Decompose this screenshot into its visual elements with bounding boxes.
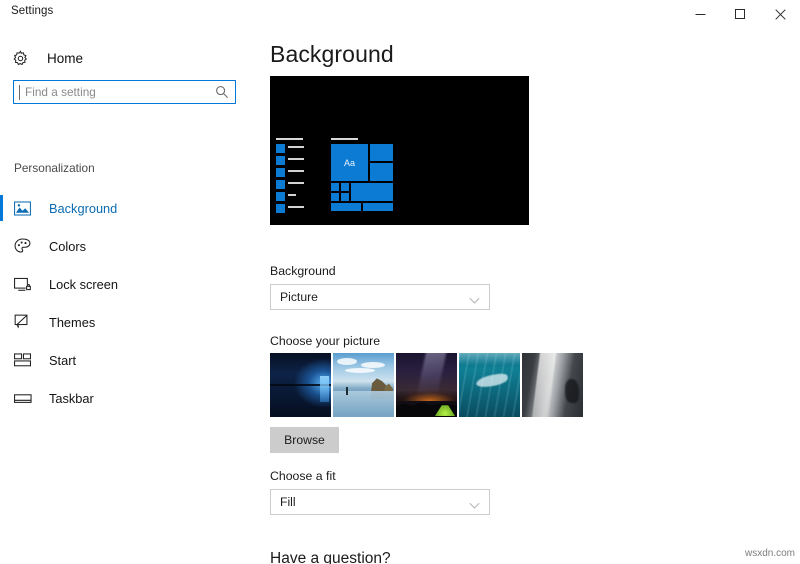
cloud-shape <box>345 368 375 373</box>
preview-app-list <box>276 138 304 216</box>
wallpaper-thumbnail-milky-way-tent[interactable] <box>396 353 457 417</box>
preview-tile-wide <box>363 203 393 211</box>
sidebar-item-colors-label: Colors <box>49 238 86 254</box>
title-bar: Settings <box>0 0 800 28</box>
selection-accent-bar <box>0 271 3 297</box>
sidebar-item-lock-screen-label: Lock screen <box>49 276 118 292</box>
selection-accent-bar <box>0 309 3 335</box>
taskbar-icon <box>14 389 36 407</box>
sidebar-item-taskbar-label: Taskbar <box>49 390 94 406</box>
preview-app-label <box>288 170 304 172</box>
sidebar-item-start-label: Start <box>49 352 77 368</box>
preview-tile-group: Aa <box>331 138 393 216</box>
preview-tile-large: Aa <box>331 144 368 181</box>
sidebar-item-taskbar[interactable]: Taskbar <box>0 379 258 417</box>
chevron-down-icon <box>469 292 480 310</box>
cloud-shape <box>361 362 385 368</box>
preview-app-square <box>276 180 285 189</box>
preview-tile <box>370 144 393 161</box>
desktop-preview: Aa <box>270 76 529 225</box>
person-silhouette <box>346 387 348 395</box>
sidebar-item-colors[interactable]: Colors <box>0 227 258 265</box>
wallpaper-thumbnail-underwater[interactable] <box>459 353 520 417</box>
sidebar-item-themes[interactable]: Themes <box>0 303 258 341</box>
cloud-shape <box>337 358 357 365</box>
search-input[interactable] <box>23 82 201 102</box>
preview-tile-wide <box>331 203 361 211</box>
preview-app-label <box>288 206 304 208</box>
selection-accent-bar <box>0 347 3 373</box>
picture-icon <box>14 199 36 217</box>
preview-app-square <box>276 156 285 165</box>
rock-shadow-shape <box>565 379 579 403</box>
sidebar-group-title: Personalization <box>14 161 95 175</box>
selection-accent-bar <box>0 233 3 259</box>
sidebar-item-background-label: Background <box>49 200 118 216</box>
preview-app-label <box>288 182 304 184</box>
site-watermark: wsxdn.com <box>744 548 795 559</box>
rock-streak-shape <box>531 353 557 417</box>
sidebar-item-background[interactable]: Background <box>0 189 258 227</box>
settings-window: Settings Home Find a setting Personaliza… <box>0 0 800 564</box>
chevron-down-icon <box>469 497 480 515</box>
preview-tile-small <box>331 183 339 191</box>
wallpaper-thumbnail-windows-hero[interactable] <box>270 353 331 417</box>
background-dropdown-value: Picture <box>280 290 318 304</box>
choose-picture-label: Choose your picture <box>270 334 381 348</box>
preview-app-square <box>276 168 285 177</box>
content-pane: Background Aa Background Picture Choose … <box>258 28 800 564</box>
wet-sand-shape <box>333 391 394 417</box>
wallpaper-thumbnail-beach-sea-stacks[interactable] <box>333 353 394 417</box>
maximize-button[interactable] <box>720 0 760 28</box>
preview-app-label <box>288 194 296 196</box>
fit-dropdown-value: Fill <box>280 495 296 509</box>
preview-app-label <box>288 158 304 160</box>
wallpaper-thumbnail-list <box>270 353 583 417</box>
search-icon[interactable] <box>215 85 229 104</box>
preview-tile-small <box>341 183 349 191</box>
minimize-button[interactable] <box>680 0 720 28</box>
sidebar-item-home[interactable]: Home <box>12 45 212 71</box>
fit-field-label: Choose a fit <box>270 469 336 483</box>
sidebar-item-themes-label: Themes <box>49 314 96 330</box>
selection-accent-bar <box>0 385 3 411</box>
search-box[interactable] <box>13 80 236 104</box>
preview-app-square <box>276 204 285 213</box>
preview-app-label <box>288 146 304 148</box>
window-title: Settings <box>11 5 54 17</box>
window-controls <box>680 0 800 28</box>
background-field-label: Background <box>270 264 336 278</box>
themes-brush-icon <box>14 313 36 331</box>
preview-tile-small <box>341 193 349 201</box>
wallpaper-thumbnail-rock-face[interactable] <box>522 353 583 417</box>
selection-accent-bar <box>0 195 3 221</box>
preview-list-header <box>276 138 303 140</box>
palette-icon <box>14 237 36 255</box>
preview-tile-group-header <box>331 138 358 140</box>
browse-button[interactable]: Browse <box>270 427 339 453</box>
sidebar-nav-list: Background Colors Lock screen Themes Sta… <box>0 189 258 417</box>
fit-dropdown[interactable]: Fill <box>270 489 490 515</box>
close-button[interactable] <box>760 0 800 28</box>
preview-tile <box>370 163 393 181</box>
background-dropdown[interactable]: Picture <box>270 284 490 310</box>
horizon-glow-shape <box>396 389 457 401</box>
lock-screen-icon <box>14 275 36 293</box>
preview-tile-wide <box>351 183 393 201</box>
sidebar-item-lock-screen[interactable]: Lock screen <box>0 265 258 303</box>
gear-icon <box>12 48 34 68</box>
page-title: Background <box>270 41 394 67</box>
sidebar-item-home-label: Home <box>47 50 84 66</box>
sidebar: Home Personalization <box>0 28 258 564</box>
preview-app-square <box>276 144 285 153</box>
sidebar-item-start[interactable]: Start <box>0 341 258 379</box>
preview-tile-small <box>331 193 339 201</box>
text-caret <box>19 85 20 100</box>
preview-app-square <box>276 192 285 201</box>
start-tiles-icon <box>14 351 36 369</box>
have-a-question-heading: Have a question? <box>270 550 391 564</box>
